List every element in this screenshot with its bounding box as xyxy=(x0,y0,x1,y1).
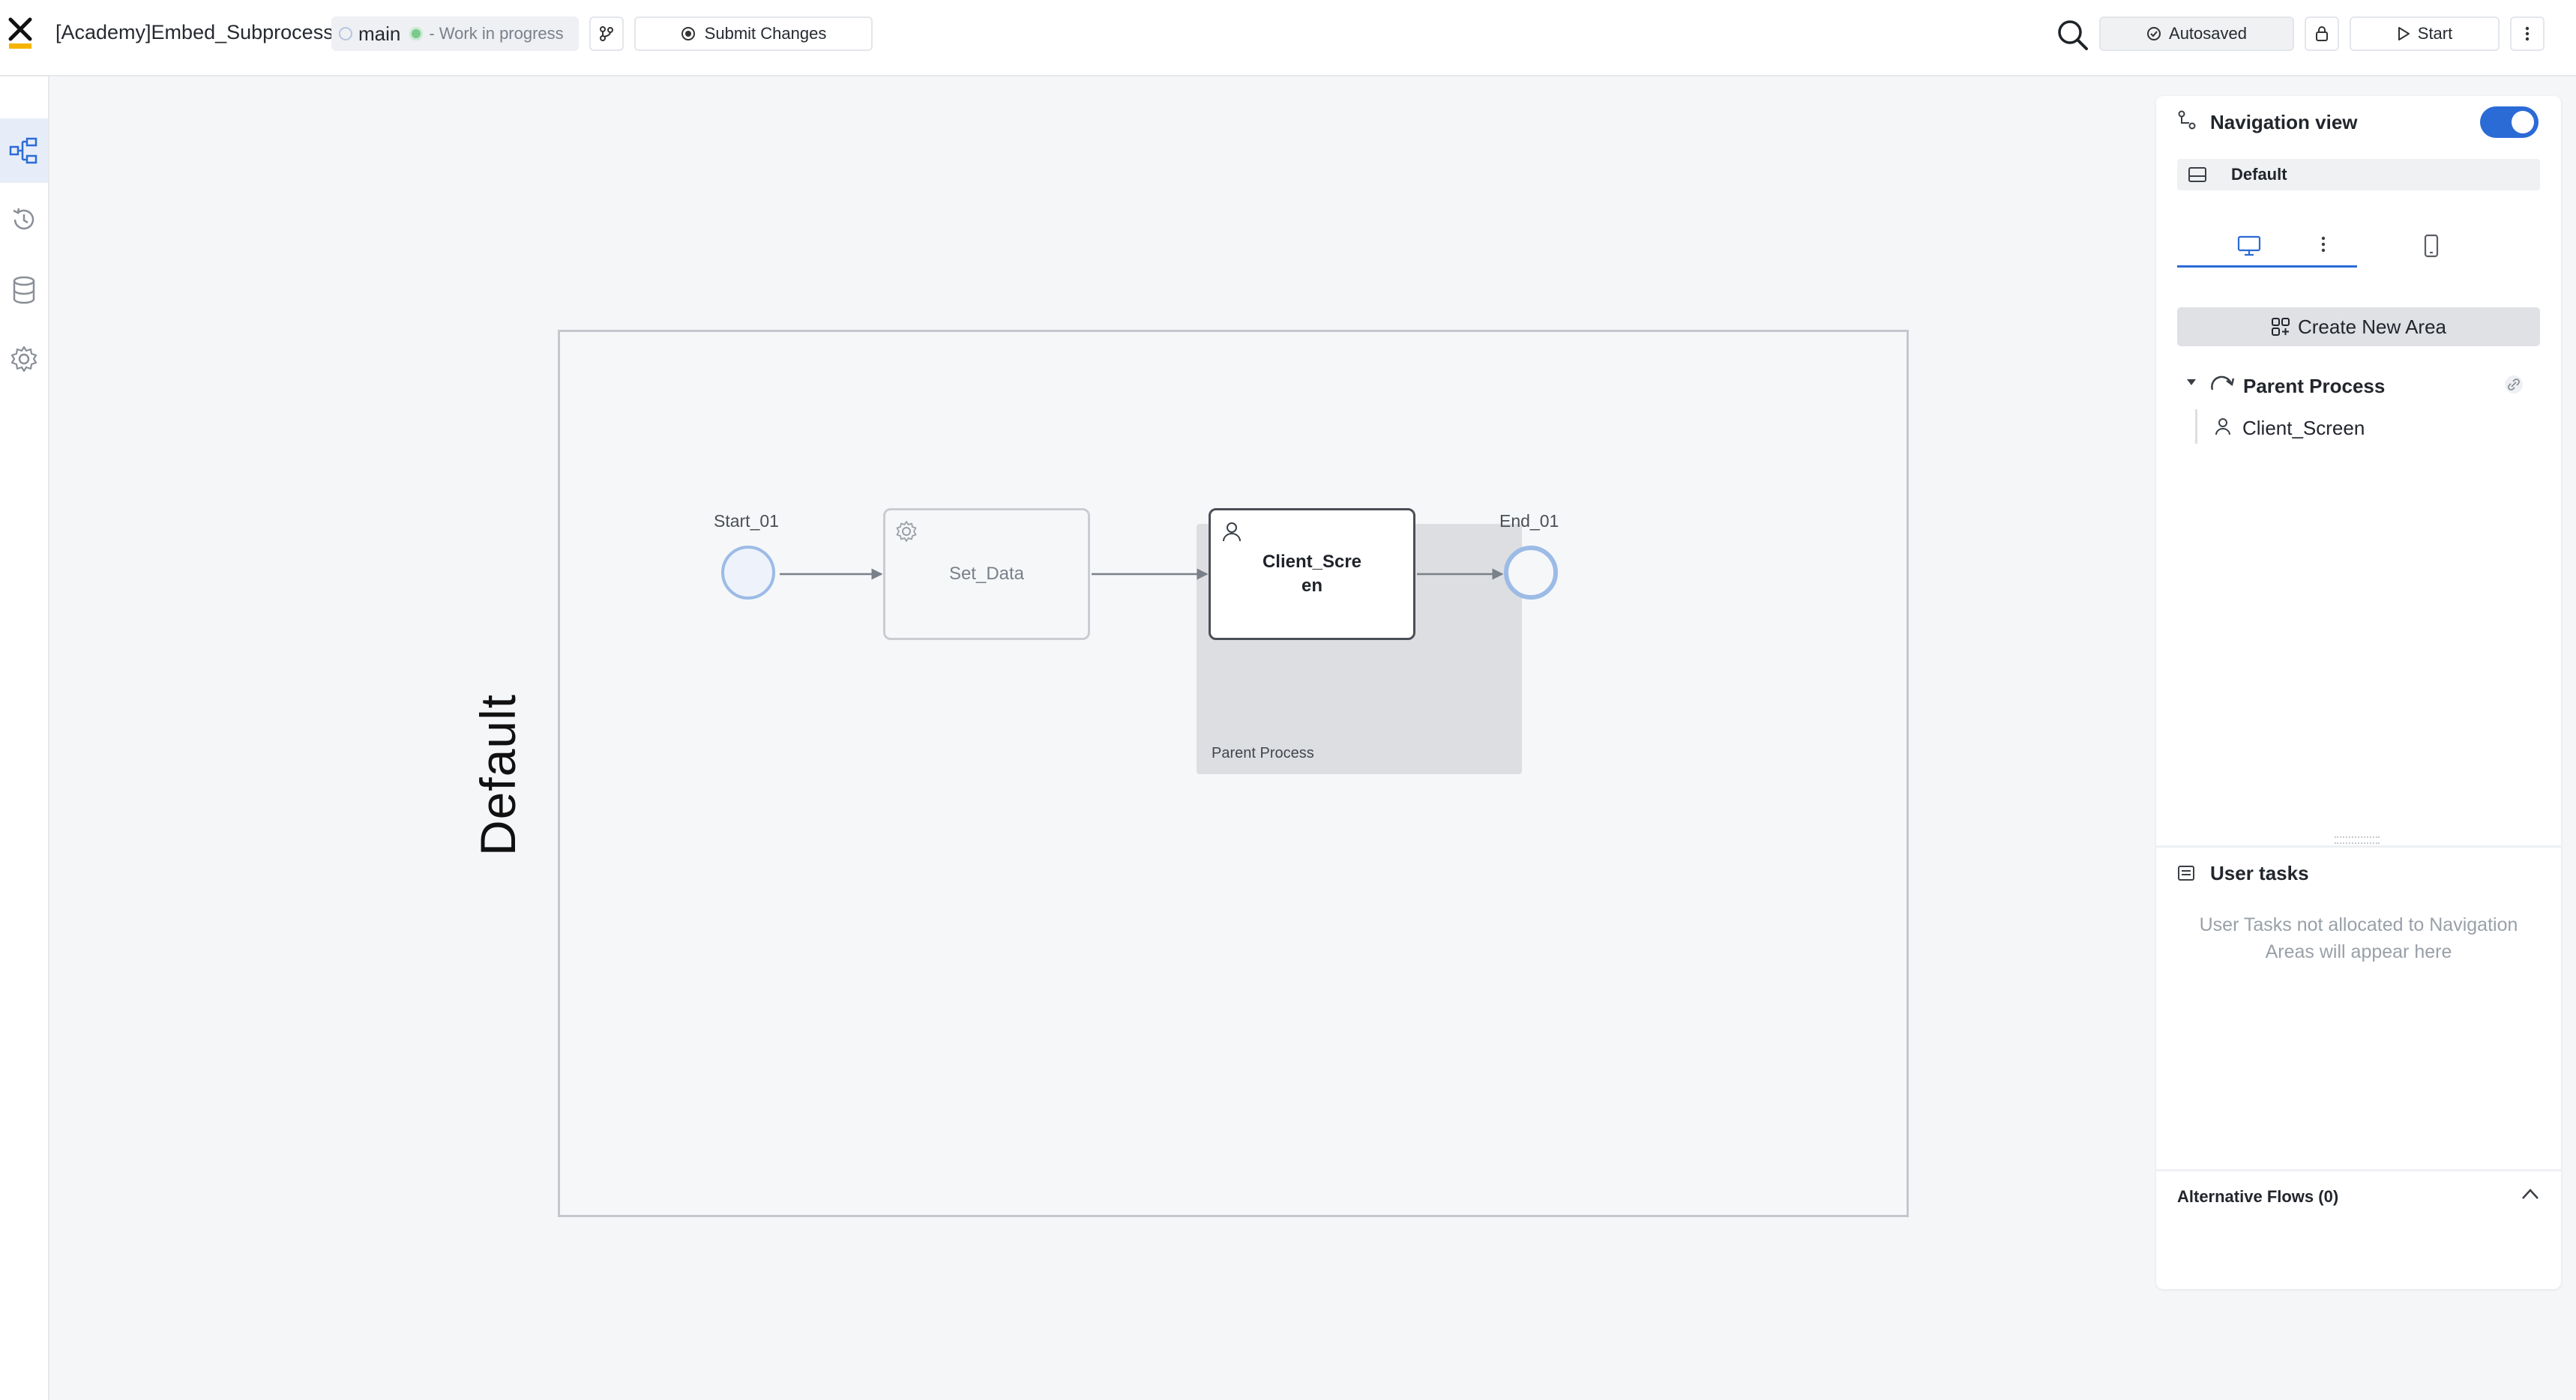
gear-icon xyxy=(896,521,917,542)
end-event-label: End_01 xyxy=(1499,511,1559,531)
start-event[interactable] xyxy=(721,546,775,600)
user-tasks-empty-line1: User Tasks not allocated to Navigation xyxy=(2199,914,2518,935)
branch-status: - Work in progress xyxy=(429,24,564,43)
autosave-label: Autosaved xyxy=(2169,24,2247,43)
end-event[interactable] xyxy=(1504,546,1558,600)
panel-divider xyxy=(2156,845,2561,848)
tree-item-client-screen[interactable]: Client_Screen xyxy=(2195,409,2542,444)
sidebar-item-history[interactable] xyxy=(0,187,48,252)
app-logo[interactable] xyxy=(7,16,33,51)
start-label: Start xyxy=(2417,24,2453,43)
link-icon[interactable] xyxy=(2504,375,2524,394)
navigation-view-title: Navigation view xyxy=(2210,111,2358,133)
process-title: [Academy]Embed_Subprocess xyxy=(55,21,334,43)
area-default-label: Default xyxy=(2231,165,2287,184)
create-new-area-button[interactable]: Create New Area xyxy=(2177,307,2540,346)
user-tasks-title: User tasks xyxy=(2210,862,2309,884)
add-area-icon xyxy=(2272,318,2290,336)
left-sidebar xyxy=(0,76,49,1400)
service-task-label: Set_Data xyxy=(948,564,1025,584)
user-task-label-line1: Client_Scre xyxy=(1262,552,1362,572)
history-icon xyxy=(13,208,34,230)
user-icon xyxy=(1223,522,1241,542)
branch-menu-button[interactable] xyxy=(589,16,624,51)
tree-item-client-label: Client_Screen xyxy=(2242,417,2365,439)
tree-item-parent-label: Parent Process xyxy=(2243,375,2386,397)
user-icon xyxy=(2215,418,2230,435)
process-flow-icon xyxy=(9,137,37,164)
create-new-area-label: Create New Area xyxy=(2298,315,2446,338)
start-event-label: Start_01 xyxy=(714,511,779,531)
desktop-icon xyxy=(2237,235,2261,256)
navigation-panel: Navigation view Default Create New Area … xyxy=(2156,96,2561,1289)
panel-resize-handle[interactable] xyxy=(2335,836,2380,844)
submit-changes-label: Submit Changes xyxy=(704,24,827,43)
tree-item-parent-process[interactable]: Parent Process xyxy=(2177,367,2540,400)
branch-selector[interactable]: main - Work in progress xyxy=(331,16,579,51)
chevron-up-icon[interactable] xyxy=(2521,1187,2540,1201)
search-icon[interactable] xyxy=(2057,19,2089,51)
subprocess-arrow-icon xyxy=(2211,375,2235,390)
user-tasks-empty-message: User Tasks not allocated to Navigation A… xyxy=(2177,911,2540,965)
autosave-status: Autosaved xyxy=(2099,16,2294,51)
alternative-flows-section[interactable]: Alternative Flows (0) xyxy=(2177,1175,2540,1217)
database-icon xyxy=(13,276,35,304)
service-task[interactable]: Set_Data xyxy=(883,508,1090,640)
mobile-icon xyxy=(2424,234,2439,258)
branch-icon xyxy=(339,27,352,40)
more-options-button[interactable] xyxy=(2510,16,2545,51)
user-tasks-icon xyxy=(2178,866,2194,881)
user-task-label-line2: en xyxy=(1301,576,1322,596)
tab-mobile[interactable] xyxy=(2402,225,2462,265)
status-indicator-icon xyxy=(409,27,424,40)
branch-name: main xyxy=(358,22,401,45)
diagram-canvas[interactable]: Default Parent Process Start_01 Set_Data… xyxy=(49,76,2156,1400)
lock-icon xyxy=(2316,26,2328,41)
more-vertical-icon[interactable] xyxy=(2321,235,2326,253)
sidebar-item-settings[interactable] xyxy=(0,327,48,391)
top-bar: [Academy]Embed_Subprocess main - Work in… xyxy=(0,0,2576,76)
start-button[interactable]: Start xyxy=(2350,16,2500,51)
gear-icon xyxy=(10,346,37,372)
caret-down-icon[interactable] xyxy=(2186,378,2197,387)
sidebar-item-data-model[interactable] xyxy=(0,258,48,322)
navigation-icon xyxy=(2178,110,2196,130)
play-icon xyxy=(2398,27,2410,40)
lock-button[interactable] xyxy=(2305,16,2339,51)
user-task[interactable]: Client_Scre en xyxy=(1209,508,1415,640)
check-circle-icon xyxy=(2147,27,2161,40)
user-tasks-empty-line2: Areas will appear here xyxy=(2265,941,2452,962)
navigation-view-toggle[interactable] xyxy=(2480,106,2539,138)
tab-web[interactable] xyxy=(2177,225,2357,268)
alternative-flows-label: Alternative Flows (0) xyxy=(2177,1187,2339,1206)
area-icon xyxy=(2188,167,2206,182)
git-branch-icon xyxy=(600,26,613,41)
panel-divider-2 xyxy=(2156,1169,2561,1171)
sequence-flows xyxy=(780,568,1504,580)
radio-dot-icon xyxy=(681,27,695,40)
area-default[interactable]: Default xyxy=(2177,159,2540,190)
more-vertical-icon xyxy=(2525,26,2530,41)
sidebar-item-process-flow[interactable] xyxy=(0,118,48,183)
submit-changes-button[interactable]: Submit Changes xyxy=(634,16,873,51)
